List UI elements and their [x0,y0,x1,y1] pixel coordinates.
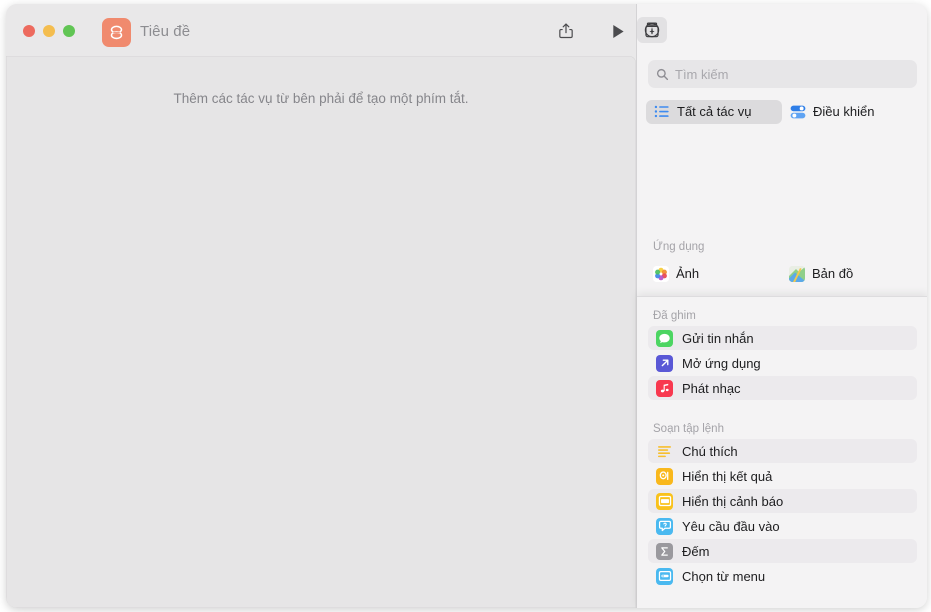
run-shortcut-button[interactable] [604,18,632,44]
action-label: Hiển thị kết quả [682,468,773,484]
search-placeholder: Tìm kiếm [675,66,729,82]
category-grid: Tất cả tác vụ Điều khiển [646,98,921,125]
action-row-open-app[interactable]: Mở ứng dụng [648,351,917,375]
category-controls[interactable]: Điều khiển [782,100,921,124]
messages-icon [656,329,673,347]
action-label: Đếm [682,543,710,559]
maps-app-icon [789,265,805,282]
shortcuts-window-screenshot: Tiêu đề Thêm các tác vụ từ bên phải để t… [0,0,931,612]
scripting-section-heading: Soạn tập lệnh [653,423,724,435]
action-row-send-message[interactable]: Gửi tin nhắn [648,326,917,350]
action-label: Chọn từ menu [682,568,766,584]
app-item-maps[interactable]: Bản đồ [782,262,921,286]
minimize-button[interactable] [43,25,55,37]
comment-icon [656,443,673,460]
action-row-comment[interactable]: Chú thích [648,439,917,463]
traffic-lights [23,25,75,37]
action-label: Yêu cầu đầu vào [682,518,780,534]
shortcuts-app-icon [102,18,131,47]
zoom-button[interactable] [63,25,75,37]
app-window: Tiêu đề Thêm các tác vụ từ bên phải để t… [6,4,927,608]
open-app-icon [656,354,673,372]
app-label: Ảnh [676,266,700,281]
shortcut-canvas[interactable]: Thêm các tác vụ từ bên phải để tạo một p… [6,56,636,608]
count-sigma-icon [656,542,673,560]
action-row-show-alert[interactable]: Hiển thị cảnh báo [648,489,917,513]
action-label: Hiển thị cảnh báo [682,493,784,509]
window-titlebar: Tiêu đề [6,4,636,56]
shortcut-details-button[interactable] [637,17,667,43]
category-label: Điều khiển [813,104,875,119]
photos-app-icon [653,265,669,282]
pinned-section-heading: Đã ghim [653,310,696,322]
action-row-choose-from-menu[interactable]: Chọn từ menu [648,564,917,588]
action-library-panel: Tìm kiếm Tất cả tác vụ Điều khiển Ứng dụ… [636,4,927,608]
apps-section-heading: Ứng dụng [653,241,705,253]
document-title[interactable]: Tiêu đề [140,23,190,40]
toggles-icon [789,103,806,120]
show-result-icon [656,467,673,485]
share-button[interactable] [552,18,580,44]
action-label: Phát nhạc [682,380,741,396]
action-label: Mở ứng dụng [682,355,761,371]
action-label: Chú thích [682,443,738,459]
actions-overlay-panel: Đã ghim Gửi tin nhắn Mở ứng dụng Phát nh… [637,296,927,608]
app-item-app-store[interactable]: App Store [921,262,927,286]
apps-grid: Ảnh Bản đồ [646,260,921,287]
action-row-show-result[interactable]: Hiển thị kết quả [648,464,917,488]
shortcut-editor-pane: Tiêu đề Thêm các tác vụ từ bên phải để t… [6,4,636,608]
category-label: Tất cả tác vụ [677,104,752,119]
action-row-ask-for-input[interactable]: Yêu cầu đầu vào [648,514,917,538]
category-all-actions[interactable]: Tất cả tác vụ [646,99,782,124]
action-row-play-music[interactable]: Phát nhạc [648,376,917,400]
category-location[interactable]: Vị trí [921,100,927,124]
empty-canvas-hint: Thêm các tác vụ từ bên phải để tạo một p… [173,91,469,106]
search-icon [656,68,669,80]
show-alert-icon [656,492,673,510]
search-input[interactable]: Tìm kiếm [648,60,917,88]
ask-input-icon [656,517,673,535]
play-music-icon [656,379,673,397]
close-button[interactable] [23,25,35,37]
action-row-count[interactable]: Đếm [648,539,917,563]
app-label: Bản đồ [812,266,854,281]
action-label: Gửi tin nhắn [682,330,754,346]
library-titlebar [637,4,927,56]
choose-menu-icon [656,567,673,585]
list-bullet-icon [653,103,670,120]
app-item-photos[interactable]: Ảnh [646,262,782,286]
